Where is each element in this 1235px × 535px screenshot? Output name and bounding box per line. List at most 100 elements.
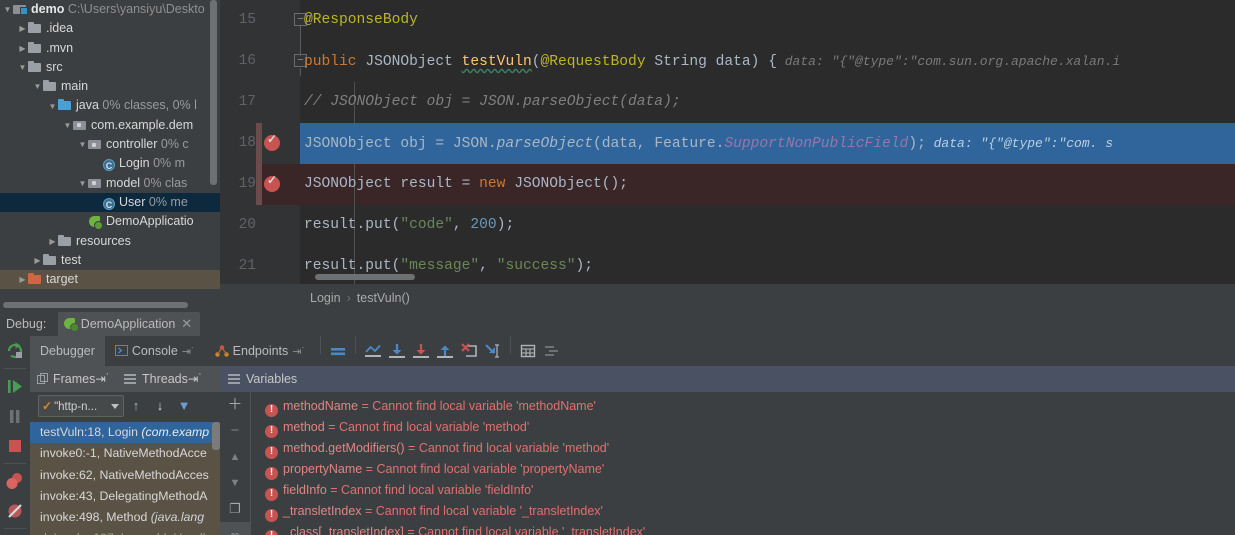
variables-toolbar[interactable]: ＋ − ▲ ▼ ❐ ∞: [220, 392, 250, 535]
editor-line-20[interactable]: 20 result.put("code", 200);: [220, 205, 1235, 246]
tree-item-test[interactable]: ▶ test: [0, 251, 220, 270]
tree-item-main[interactable]: ▼ main: [0, 77, 220, 96]
frame-row[interactable]: doInvoke:197, InvocableHandl: [30, 528, 220, 535]
editor-horizontal-scrollbar[interactable]: [315, 274, 415, 280]
chevron-right-icon[interactable]: ▶: [47, 232, 58, 251]
close-icon[interactable]: ✕: [181, 316, 192, 331]
drop-frame-icon[interactable]: [457, 336, 481, 366]
chevron-down-icon[interactable]: ▼: [2, 0, 13, 19]
frame-row[interactable]: invoke:43, DelegatingMethodA: [30, 486, 220, 507]
pin-icon[interactable]: ⇥˙: [188, 372, 203, 386]
breakpoint-icon[interactable]: [264, 132, 280, 151]
editor-line-18[interactable]: 18 JSONObject obj = JSON.parseObject(dat…: [220, 123, 1235, 164]
chevron-down-icon[interactable]: ▼: [32, 77, 43, 96]
tree-item-demo[interactable]: ▼ demo C:\Users\yansiyu\Deskto: [0, 0, 220, 19]
copy-icon[interactable]: ❐: [220, 496, 250, 522]
project-tool-window[interactable]: ▼ demo C:\Users\yansiyu\Deskto ▶ .idea ▶ .mvn…: [0, 0, 220, 310]
breadcrumb-class[interactable]: Login: [310, 291, 341, 305]
editor-line-16[interactable]: 16− public JSONObject testVuln(@RequestB…: [220, 41, 1235, 82]
chevron-down-icon[interactable]: ▼: [47, 97, 58, 116]
pin-icon[interactable]: ⇥˙: [292, 346, 305, 358]
variables-tab-header[interactable]: Variables: [220, 366, 1235, 392]
chevron-down-icon[interactable]: ▼: [77, 174, 88, 193]
move-down-icon[interactable]: ▼: [220, 470, 250, 496]
variable-row[interactable]: ! _transletIndex = Cannot find local vari…: [251, 501, 1235, 522]
inspect-icon[interactable]: ∞: [220, 522, 250, 535]
debug-session-tab[interactable]: DemoApplication ✕: [57, 312, 201, 336]
debug-left-toolbar[interactable]: [0, 336, 30, 535]
project-tree-horizontal-scrollbar[interactable]: [3, 302, 188, 308]
frame-row[interactable]: invoke:498, Method (java.lang: [30, 507, 220, 528]
breadcrumb-method[interactable]: testVuln(): [357, 291, 410, 305]
tree-item-resources[interactable]: ▶ resources: [0, 232, 220, 251]
tree-item-src[interactable]: ▼ src: [0, 58, 220, 77]
breakpoint-icon[interactable]: [264, 173, 280, 192]
tab-console[interactable]: Console ⇥˙: [105, 336, 205, 366]
tree-item-target[interactable]: ▶ target: [0, 270, 220, 290]
variable-row[interactable]: ! _class[_transletIndex] = Cannot find lo…: [251, 522, 1235, 535]
remove-watch-icon[interactable]: −: [220, 418, 250, 444]
mute-breakpoints-toggle-icon[interactable]: [0, 496, 30, 526]
move-up-icon[interactable]: ▲: [220, 444, 250, 470]
project-tree-vertical-scrollbar[interactable]: [210, 0, 217, 185]
filter-icon[interactable]: ▼: [172, 395, 196, 417]
chevron-down-icon[interactable]: ▼: [77, 135, 88, 154]
run-to-cursor-icon[interactable]: [481, 336, 505, 366]
tree-item-model[interactable]: ▼ model 0% clas: [0, 174, 220, 193]
up-arrow-icon[interactable]: ↑: [124, 395, 148, 417]
chevron-right-icon[interactable]: ▶: [32, 251, 43, 270]
tab-threads[interactable]: Threads⇥˙: [117, 366, 210, 392]
frame-row[interactable]: invoke:62, NativeMethodAcces: [30, 465, 220, 486]
variable-row[interactable]: ! method = Cannot find local variable 'me…: [251, 417, 1235, 438]
pause-program-icon[interactable]: [0, 401, 30, 431]
editor-gutter[interactable]: [256, 82, 300, 123]
tree-item-com-example-dem[interactable]: ▼ com.example.dem: [0, 116, 220, 135]
debugger-tab-row[interactable]: Debugger Console ⇥˙ Endpoints ⇥˙: [30, 336, 1235, 366]
frames-threads-tabs[interactable]: Frames⇥˙ Threads⇥˙: [30, 366, 220, 392]
pin-icon[interactable]: ⇥˙: [95, 372, 110, 386]
screenshot-icon[interactable]: [0, 531, 30, 535]
chevron-right-icon[interactable]: ▶: [17, 270, 28, 289]
editor-gutter[interactable]: [256, 246, 300, 284]
view-breakpoints-icon[interactable]: [0, 466, 30, 496]
tree-item--mvn[interactable]: ▶ .mvn: [0, 39, 220, 58]
variable-row[interactable]: ! method.getModifiers() = Cannot find loc…: [251, 438, 1235, 459]
tree-item-user[interactable]: ·C User 0% me: [0, 192, 220, 213]
chevron-right-icon[interactable]: ▶: [17, 19, 28, 38]
tab-debugger[interactable]: Debugger: [30, 336, 105, 366]
tree-item-login[interactable]: ·C Login 0% m: [0, 154, 220, 173]
resume-program-icon[interactable]: [0, 371, 30, 401]
evaluate-expression-icon[interactable]: [516, 336, 540, 366]
thread-selector[interactable]: ✓ "http-n...: [38, 395, 124, 417]
variable-row[interactable]: ! fieldInfo = Cannot find local variable …: [251, 480, 1235, 501]
code-editor[interactable]: 15− @ResponseBody 16− public JSONObject t…: [220, 0, 1235, 284]
frames-vertical-scrollbar[interactable]: [212, 422, 220, 450]
layout-settings-icon[interactable]: [540, 336, 564, 366]
chevron-down-icon[interactable]: ▼: [62, 116, 73, 135]
frame-row[interactable]: testVuln:18, Login (com.examp: [30, 422, 220, 444]
pin-icon[interactable]: ⇥˙: [182, 346, 195, 358]
frames-list[interactable]: testVuln:18, Login (com.examp invoke0:-1,…: [30, 422, 220, 535]
step-over-icon[interactable]: [385, 336, 409, 366]
rerun-icon[interactable]: [0, 336, 30, 366]
frame-row[interactable]: invoke0:-1, NativeMethodAcce: [30, 443, 220, 464]
editor-line-19[interactable]: 19 JSONObject result = new JSONObject();: [220, 164, 1235, 205]
mute-breakpoints-icon[interactable]: [326, 336, 350, 366]
editor-gutter[interactable]: [256, 205, 300, 246]
editor-line-17[interactable]: 17 // JSONObject obj = JSON.parseObject(d…: [220, 82, 1235, 123]
tree-item-demoapplicatio[interactable]: · DemoApplicatio: [0, 212, 220, 231]
tab-endpoints[interactable]: Endpoints ⇥˙: [205, 336, 316, 366]
step-into-icon[interactable]: [409, 336, 433, 366]
chevron-down-icon[interactable]: ▼: [17, 58, 28, 77]
down-arrow-icon[interactable]: ↓: [148, 395, 172, 417]
chevron-right-icon[interactable]: ▶: [17, 39, 28, 58]
add-watch-icon[interactable]: ＋: [220, 392, 250, 418]
chevron-down-icon[interactable]: [111, 404, 119, 409]
step-out-icon[interactable]: [433, 336, 457, 366]
show-execution-point-icon[interactable]: [361, 336, 385, 366]
frames-toolbar[interactable]: ✓ "http-n... ↑ ↓ ▼: [30, 392, 220, 422]
variable-row[interactable]: ! propertyName = Cannot find local variab…: [251, 459, 1235, 480]
stop-icon[interactable]: [0, 431, 30, 461]
tree-item--idea[interactable]: ▶ .idea: [0, 19, 220, 38]
tree-item-controller[interactable]: ▼ controller 0% c: [0, 135, 220, 154]
